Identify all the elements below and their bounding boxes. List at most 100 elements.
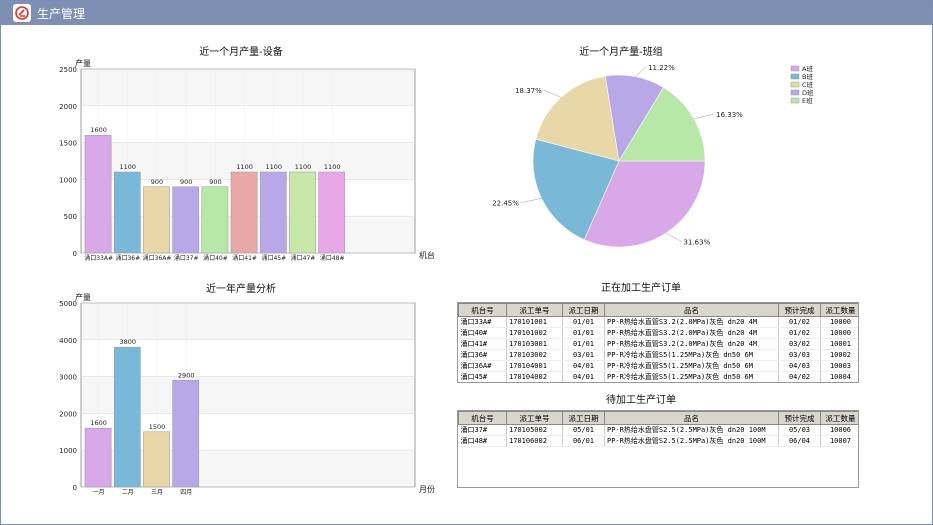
year-bar bbox=[172, 380, 200, 488]
year-bar bbox=[113, 346, 141, 488]
pending-orders-row[interactable]: 涌口48# 170106002 06/01 PP-R热给水盘管S2.5(2.5MPa)… bbox=[458, 435, 858, 447]
chart-year: 010002000300040005000产量月份1600一月3800二月150… bbox=[59, 292, 435, 496]
current-orders-cell: 170103001 bbox=[506, 338, 563, 350]
device-value-label: 900 bbox=[209, 178, 221, 186]
current-orders-cell: 170103002 bbox=[506, 349, 563, 361]
current-orders-header-cell[interactable]: 机台号 bbox=[458, 303, 507, 317]
app-title: 生产管理 bbox=[37, 6, 86, 21]
device-bar bbox=[259, 171, 287, 254]
pie-value-label: 31.63% bbox=[684, 238, 711, 246]
year-ylabel: 产量 bbox=[75, 292, 91, 302]
pending-orders-header-cell[interactable]: 派工单号 bbox=[506, 411, 563, 425]
year-ytick-label: 1000 bbox=[59, 447, 77, 455]
device-xtick-label: 涌口36A# bbox=[143, 254, 172, 262]
current-orders-cell: PP-R冷给水直管S5(1.25MPa)灰色 dn50 6M bbox=[604, 349, 779, 361]
current-orders-header-cell[interactable]: 品名 bbox=[604, 303, 779, 317]
current-orders-cell: 01/02 bbox=[778, 327, 821, 339]
current-orders-row[interactable]: 涌口41# 170103001 01/01 PP-R热给水直管S3.2(2.0MPa)… bbox=[458, 338, 858, 350]
year-band bbox=[81, 303, 415, 340]
device-value-label: 1100 bbox=[295, 163, 312, 171]
pending-orders-header-cell[interactable]: 机台号 bbox=[458, 411, 507, 425]
current-orders-row[interactable]: 涌口45# 170104002 04/01 PP-R冷给水直管S5(1.25MPa)灰… bbox=[458, 371, 858, 382]
year-xtick-label: 四月 bbox=[180, 489, 192, 496]
app-window: 生产管理 近一个月产量-设备 0 500 1000 1500 2000 2500 产量 机台 1… bbox=[0, 0, 933, 525]
chart-device: 05001000150020002500产量机台1600涌口33A#1100涌口… bbox=[59, 58, 435, 262]
current-orders-header-cell[interactable]: 预计完成 bbox=[778, 303, 821, 317]
current-orders-cell: 涌口45# bbox=[458, 371, 507, 382]
current-orders-cell: 01/01 bbox=[562, 327, 605, 339]
pie-legend-swatch bbox=[790, 89, 800, 96]
pie-leader-line bbox=[543, 89, 562, 98]
pending-orders-row[interactable]: 涌口37# 170105002 05/01 PP-R热给水盘管S2.5(2.5MPa)… bbox=[458, 424, 858, 436]
current-orders-header-cell[interactable]: 派工数量 bbox=[820, 303, 858, 317]
current-orders-header-cell[interactable]: 派工日期 bbox=[562, 303, 605, 317]
pie-leader-line bbox=[635, 66, 647, 77]
chart-team-title: 近一个月产量-班组 bbox=[579, 47, 663, 58]
app-logo-icon bbox=[13, 4, 31, 22]
pending-orders-header-cell[interactable]: 品名 bbox=[604, 411, 779, 425]
pending-orders-table[interactable]: 机台号 派工单号 派工日期 品名 预计完成 派工数量 涌口37# 170105002 05/01… bbox=[457, 410, 859, 488]
pie-leader-line bbox=[520, 198, 542, 203]
pie-legend-label: D班 bbox=[802, 88, 814, 97]
current-orders-cell: 10001 bbox=[820, 338, 858, 350]
current-orders-table[interactable]: 机台号 派工单号 派工日期 品名 预计完成 派工数量 涌口33A# 170101001 01/0… bbox=[457, 302, 859, 383]
current-orders-cell: 10005 bbox=[821, 383, 860, 384]
device-value-label: 1100 bbox=[324, 163, 341, 171]
device-xtick-label: 涌口36# bbox=[115, 254, 140, 262]
current-orders-row[interactable]: 涌口40# 170101002 01/01 PP-R热给水直管S3.2(2.0MPa)… bbox=[458, 327, 858, 339]
device-xtick-label: 涌口40# bbox=[203, 254, 228, 262]
device-ytick-label: 2000 bbox=[59, 103, 77, 111]
pending-orders-cell: 涌口48# bbox=[458, 435, 507, 447]
current-orders-cell: 03/03 bbox=[778, 349, 821, 361]
year-ytick-label: 0 bbox=[73, 484, 77, 492]
current-orders-cell: 170104002 bbox=[506, 371, 563, 382]
year-ytick-label: 2000 bbox=[59, 410, 77, 418]
year-ytick-label: 4000 bbox=[59, 337, 77, 345]
pie-legend-label: C班 bbox=[802, 80, 814, 89]
current-orders-cell: 03/02 bbox=[778, 338, 821, 350]
device-xtick-label: 涌口41# bbox=[232, 254, 257, 262]
pending-orders-cell: 05/03 bbox=[778, 424, 821, 436]
pending-orders-title: 待加工生产订单 bbox=[606, 395, 676, 406]
year-value-label: 1600 bbox=[90, 419, 107, 427]
current-orders-cell: 170104001 bbox=[506, 360, 563, 372]
chart-team-pie: 31.63% 22.45% 18.37% 11.22% 16.33% A班B班C班D班E班 bbox=[492, 64, 814, 248]
year-value-label: 1500 bbox=[149, 423, 166, 431]
pending-orders-cell: 10007 bbox=[820, 435, 858, 447]
device-xtick-label: 涌口48# bbox=[320, 254, 345, 262]
current-orders-cell: 涌口33A# bbox=[458, 316, 507, 328]
current-orders-cell: PP-R热给水直管S3.2(2.0MPa)灰色 dn20 4M bbox=[604, 338, 779, 350]
pie-leader-line bbox=[665, 232, 682, 242]
pending-orders-cell: 06/04 bbox=[778, 435, 821, 447]
pending-orders-header-cell[interactable]: 预计完成 bbox=[778, 411, 821, 425]
current-orders-cell: PP-R热给水直管S3.2(2.0MPa)灰色 dn20 4M bbox=[604, 316, 779, 328]
pie-legend-label: B班 bbox=[802, 72, 813, 81]
device-value-label: 900 bbox=[180, 178, 192, 186]
current-orders-cell: PP-R冷给水直管S5(1.25MPa)灰色 dn50 6M bbox=[604, 360, 779, 372]
year-ytick-label: 3000 bbox=[59, 374, 77, 382]
current-orders-cell: 涌口36A# bbox=[458, 360, 507, 372]
pending-orders-header-cell[interactable]: 派工日期 bbox=[562, 411, 605, 425]
current-orders-row[interactable]: 涌口36A# 170104001 04/01 PP-R冷给水直管S5(1.25MPa)… bbox=[458, 360, 858, 372]
current-orders-cell: 涌口40# bbox=[458, 327, 507, 339]
current-orders-cell: 01/01 bbox=[562, 316, 605, 328]
current-orders-row[interactable]: 涌口33A# 170101001 01/01 PP-R热给水直管S3.2(2.0MPa… bbox=[458, 316, 858, 328]
pie-legend-label: E班 bbox=[802, 96, 813, 105]
current-orders-cell: 涌口47# bbox=[459, 383, 507, 384]
current-orders-cell: PP-R冷给水直管S5(1.25MPa)灰色 dn50 6M bbox=[604, 371, 779, 382]
device-xtick-label: 涌口45# bbox=[261, 254, 286, 262]
current-orders-cell: 01/02 bbox=[778, 316, 821, 328]
year-xtick-label: 二月 bbox=[122, 489, 134, 496]
current-orders-row[interactable]: 涌口36# 170103002 03/01 PP-R冷给水直管S5(1.25MPa)灰… bbox=[458, 349, 858, 361]
current-orders-cell: 10000 bbox=[820, 327, 858, 339]
current-orders-header-cell[interactable]: 派工单号 bbox=[506, 303, 563, 317]
current-orders-cell: 04/03 bbox=[778, 360, 821, 372]
device-bar bbox=[113, 171, 141, 254]
current-orders-row[interactable]: 涌口47#17010500105/01PP-R热给水盘管S2.5(2.5MPa)… bbox=[459, 383, 860, 384]
device-value-label: 1600 bbox=[90, 126, 107, 134]
pie-value-label: 11.22% bbox=[648, 64, 675, 72]
device-ytick-label: 0 bbox=[73, 250, 77, 258]
pie-legend-swatch bbox=[790, 81, 800, 88]
current-orders-cell: 涌口36# bbox=[458, 349, 507, 361]
pending-orders-header-cell[interactable]: 派工数量 bbox=[820, 411, 858, 425]
